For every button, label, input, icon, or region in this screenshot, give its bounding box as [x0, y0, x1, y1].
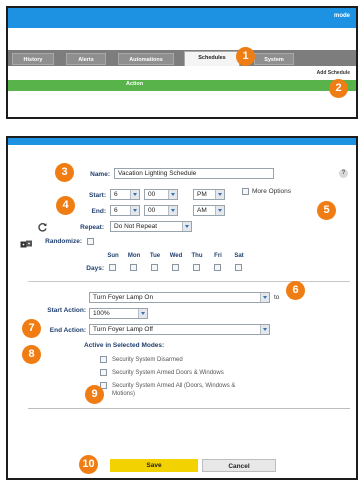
day-name-sun: Sun	[107, 253, 119, 259]
start-action-select[interactable]: Turn Foyer Lamp On	[89, 292, 270, 303]
end-action-label: End Action:	[49, 327, 86, 334]
chevron-down-icon	[130, 206, 139, 215]
tab-schedules[interactable]: Schedules	[184, 51, 240, 66]
callout-badge-1: 1	[236, 47, 255, 66]
day-checkbox-wed[interactable]	[172, 264, 179, 271]
mode-checkbox-disarmed[interactable]	[100, 356, 107, 363]
day-checkbox-thu[interactable]	[193, 264, 200, 271]
mode-label-armed-doors-windows: Security System Armed Doors & Windows	[112, 370, 224, 376]
start-action-value: Turn Foyer Lamp On	[93, 294, 154, 301]
callout-badge-9: 9	[85, 385, 104, 404]
callout-badge-10: 10	[79, 455, 98, 474]
schedule-name-input[interactable]: Vacation Lighting Schedule	[114, 168, 274, 179]
save-button[interactable]: Save	[110, 459, 198, 472]
mode-label-armed-all: Security System Armed All (Doors, Window…	[112, 383, 236, 397]
day-name-sat: Sat	[234, 253, 244, 259]
randomize-checkbox[interactable]	[87, 238, 94, 245]
repeat-label: Repeat:	[80, 224, 104, 231]
repeat-select[interactable]: Do Not Repeat	[110, 221, 192, 232]
dice-icon	[20, 236, 33, 248]
day-name-wed: Wed	[169, 253, 183, 259]
day-checkbox-tue[interactable]	[151, 264, 158, 271]
start-action-level-select[interactable]: 100%	[89, 308, 148, 319]
more-options-label: More Options	[252, 188, 292, 195]
brand-logo: mode	[333, 13, 350, 19]
schedules-page-panel: mode History Alerts Automations Schedule…	[6, 6, 358, 119]
end-ampm-value: AM	[197, 207, 207, 214]
tab-history[interactable]: History	[12, 53, 54, 65]
mode-label-disarmed: Security System Disarmed	[112, 357, 183, 363]
chevron-down-icon	[182, 222, 191, 231]
day-name-tue: Tue	[149, 253, 161, 259]
app-header: mode	[8, 8, 356, 28]
callout-badge-7: 7	[22, 319, 41, 338]
start-action-to-label: to	[274, 294, 280, 301]
section-divider	[28, 281, 350, 282]
button-divider	[28, 408, 350, 409]
add-schedule-link[interactable]: Add Schedule	[317, 70, 350, 76]
day-checkbox-mon[interactable]	[130, 264, 137, 271]
end-hour-select[interactable]: 6	[110, 205, 140, 216]
randomize-label: Randomize:	[45, 238, 82, 245]
more-options-checkbox[interactable]	[242, 188, 249, 195]
day-name-thu: Thu	[191, 253, 203, 259]
chevron-down-icon	[168, 190, 177, 199]
start-action-level-value: 100%	[93, 310, 110, 317]
mode-checkbox-armed-doors-windows[interactable]	[100, 369, 107, 376]
callout-badge-4: 4	[56, 196, 75, 215]
end-action-select[interactable]: Turn Foyer Lamp Off	[89, 324, 270, 335]
chevron-down-icon	[260, 293, 269, 302]
tab-system[interactable]: System	[254, 53, 294, 65]
repeat-value: Do Not Repeat	[114, 223, 157, 230]
days-label: Days:	[86, 265, 104, 272]
chevron-down-icon	[130, 190, 139, 199]
start-minute-select[interactable]: 00	[144, 189, 178, 200]
start-hour-value: 6	[114, 191, 118, 198]
callout-badge-5: 5	[317, 201, 336, 220]
end-minute-select[interactable]: 00	[144, 205, 178, 216]
day-name-fri: Fri	[214, 253, 222, 259]
chevron-down-icon	[215, 190, 224, 199]
tab-alerts[interactable]: Alerts	[66, 53, 106, 65]
callout-badge-3: 3	[55, 163, 74, 182]
tab-bar: History Alerts Automations Schedules Sys…	[8, 50, 356, 66]
help-icon[interactable]: ?	[339, 169, 348, 178]
chevron-down-icon	[260, 325, 269, 334]
start-ampm-value: PM	[197, 191, 207, 198]
start-ampm-select[interactable]: PM	[193, 189, 225, 200]
tab-automations[interactable]: Automations	[118, 53, 174, 65]
end-ampm-select[interactable]: AM	[193, 205, 225, 216]
schedule-editor-panel: Name: Vacation Lighting Schedule ? Start…	[6, 136, 358, 480]
callout-badge-2: 2	[329, 79, 348, 98]
end-hour-value: 6	[114, 207, 118, 214]
callout-badge-8: 8	[22, 345, 41, 364]
start-action-label: Start Action:	[47, 307, 86, 314]
day-checkbox-sun[interactable]	[109, 264, 116, 271]
day-checkbox-sat[interactable]	[235, 264, 242, 271]
active-modes-heading: Active in Selected Modes:	[84, 342, 165, 349]
chevron-down-icon	[138, 309, 147, 318]
refresh-icon	[37, 220, 48, 232]
start-hour-select[interactable]: 6	[110, 189, 140, 200]
cancel-button[interactable]: Cancel	[202, 459, 276, 472]
end-action-value: Turn Foyer Lamp Off	[93, 326, 153, 333]
start-minute-value: 00	[148, 191, 156, 198]
schedule-table-header: Action	[8, 80, 356, 91]
chevron-down-icon	[215, 206, 224, 215]
chevron-down-icon	[168, 206, 177, 215]
day-checkbox-fri[interactable]	[214, 264, 221, 271]
column-header-action: Action	[126, 81, 144, 87]
editor-header-strip	[8, 138, 356, 145]
end-minute-value: 00	[148, 207, 156, 214]
day-name-mon: Mon	[127, 253, 141, 259]
callout-badge-6: 6	[286, 281, 305, 300]
